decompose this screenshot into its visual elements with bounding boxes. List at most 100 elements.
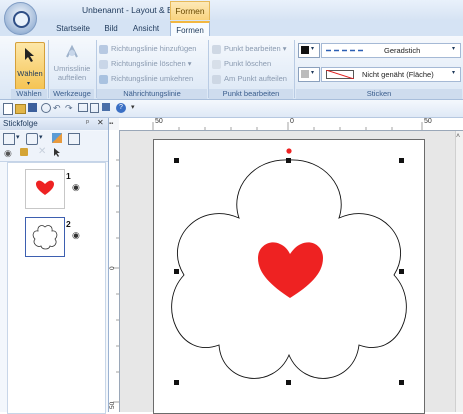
- dropdown-arrow-icon[interactable]: ▾: [39, 133, 43, 141]
- vertical-ruler: 0 50: [109, 130, 120, 412]
- help-icon[interactable]: ?: [116, 103, 126, 113]
- punkt-loeschen-button[interactable]: Punkt löschen: [212, 59, 271, 69]
- list-item[interactable]: 2 ◉: [8, 211, 105, 257]
- hoop-sheet[interactable]: [153, 139, 425, 414]
- stitch-order-list: 1 ◉ 2 ◉: [7, 162, 106, 414]
- group-label-sticken: Sticken: [296, 89, 462, 99]
- pin-icon[interactable]: ᵖ: [86, 118, 89, 127]
- tab-ansicht[interactable]: Ansicht: [128, 21, 164, 36]
- line-stitch-select[interactable]: Geradstich ▾: [321, 43, 461, 58]
- dropdown-arrow-icon: ▾: [452, 70, 456, 76]
- close-icon[interactable]: ✕: [97, 118, 104, 127]
- design-artwork: [171, 148, 407, 385]
- no-fill-icon: [326, 70, 354, 79]
- group-label-waehlen: Wählen: [11, 89, 47, 99]
- selection-handle: [174, 269, 179, 274]
- richtungslinie-umkehren-button[interactable]: Richtungslinie umkehren: [99, 74, 193, 84]
- redo-icon[interactable]: ↷: [65, 103, 75, 113]
- scroll-up-icon[interactable]: ˄: [456, 133, 460, 140]
- fill-color-button[interactable]: ▾: [298, 67, 320, 82]
- frame-icon[interactable]: [68, 133, 80, 145]
- selection-handle: [174, 158, 179, 163]
- visibility-eye-icon[interactable]: ◉: [72, 230, 80, 241]
- open-folder-icon[interactable]: [15, 104, 26, 114]
- application-menu-button[interactable]: [4, 2, 37, 35]
- vertical-scrollbar[interactable]: ˄: [455, 131, 463, 412]
- am-punkt-aufteilen-label: Am Punkt aufteilen: [224, 74, 287, 83]
- selection-handle: [174, 380, 179, 385]
- richtungslinie-loeschen-label: Richtungslinie löschen ▾: [111, 59, 192, 68]
- color-sort-icon[interactable]: [52, 133, 62, 143]
- title-bar: [0, 0, 463, 20]
- am-punkt-aufteilen-button[interactable]: Am Punkt aufteilen: [212, 74, 287, 84]
- cursor-arrow-icon: [25, 48, 34, 62]
- richtungslinie-umkehren-label: Richtungslinie umkehren: [111, 74, 194, 83]
- selection-handle: [399, 380, 404, 385]
- dropdown-arrow-icon: ▾: [311, 46, 315, 52]
- selection-handle: [286, 158, 291, 163]
- split-at-point-icon: [212, 74, 221, 84]
- heart-thumbnail-icon: [36, 180, 54, 195]
- line-color-swatch: [301, 46, 309, 54]
- context-tab-title: Formen: [170, 1, 210, 21]
- waehlen-button[interactable]: Wählen ▾: [15, 42, 45, 90]
- ruler-label: 50: [424, 118, 432, 125]
- selection-handle: [399, 269, 404, 274]
- edit-point-icon: [212, 44, 221, 54]
- undo-icon[interactable]: ↶: [53, 103, 63, 113]
- line-stitch-value: Geradstich: [384, 46, 421, 55]
- richtungslinie-hinzufuegen-label: Richtungslinie hinzufügen: [111, 44, 197, 53]
- new-file-icon[interactable]: [3, 103, 13, 115]
- ruler-label: 50: [109, 401, 116, 409]
- lock-icon[interactable]: [20, 148, 28, 156]
- stitch-simulator-icon[interactable]: [102, 103, 110, 111]
- fill-stitch-select[interactable]: Nicht genäht (Fläche) ▾: [321, 67, 461, 82]
- group-label-werkzeuge: Werkzeuge: [50, 89, 94, 99]
- selection-handle: [286, 380, 291, 385]
- fill-color-swatch: [301, 70, 309, 78]
- fill-stitch-value: Nicht genäht (Fläche): [362, 70, 434, 79]
- selection-handle: [399, 158, 404, 163]
- line-color-button[interactable]: ▾: [298, 43, 320, 58]
- view-mode-icon[interactable]: [3, 133, 15, 145]
- umrisslinie-label-1: Umrisslinie: [53, 64, 91, 73]
- dropdown-arrow-icon[interactable]: ▾: [16, 133, 20, 141]
- tab-bild[interactable]: Bild: [98, 21, 124, 36]
- richtungslinie-loeschen-button[interactable]: Richtungslinie löschen ▾: [99, 59, 191, 69]
- horizontal-ruler: 50 0 50: [109, 118, 463, 131]
- visibility-eye-icon[interactable]: ◉: [72, 182, 80, 193]
- zoom-icon[interactable]: [41, 103, 51, 113]
- richtungslinie-hinzufuegen-button[interactable]: Richtungslinie hinzufügen: [99, 44, 196, 54]
- save-icon[interactable]: [28, 103, 37, 112]
- ruler-label: 50: [155, 118, 163, 125]
- waehlen-label: Wählen: [17, 69, 43, 78]
- flower-outline-thumbnail-icon: [32, 225, 58, 250]
- umrisslinie-aufteilen-button[interactable]: Umrisslinie aufteilen: [50, 42, 94, 88]
- preview-icon[interactable]: [78, 103, 88, 112]
- delete-icon: ✕: [38, 146, 47, 157]
- tab-startseite[interactable]: Startseite: [50, 21, 96, 36]
- reverse-direction-icon: [99, 74, 108, 84]
- ruler-corner: ▪▪: [109, 118, 119, 130]
- ruler-label: 0: [290, 118, 294, 125]
- add-direction-icon: [99, 44, 108, 54]
- umrisslinie-label-2: aufteilen: [57, 73, 87, 82]
- list-item[interactable]: 1 ◉: [8, 163, 105, 209]
- ruler-ticks: [113, 159, 119, 403]
- punkt-bearbeiten-button[interactable]: Punkt bearbeiten ▾: [212, 44, 287, 54]
- group-label-naehrichtungslinie: Nährichtungslinie: [97, 89, 207, 99]
- panel-header: Stickfolge ᵖ ✕: [0, 118, 108, 130]
- group-divider: [48, 40, 49, 98]
- dashed-line-icon: [326, 49, 366, 52]
- tab-formen[interactable]: Formen: [170, 21, 210, 37]
- delete-direction-icon: [99, 59, 108, 69]
- sort-order-icon[interactable]: [26, 133, 38, 145]
- app-logo-icon: [13, 11, 30, 28]
- customize-qat-icon[interactable]: ▾: [131, 103, 141, 113]
- visibility-eye-icon[interactable]: ◉: [4, 148, 12, 159]
- punkt-bearbeiten-label: Punkt bearbeiten ▾: [224, 44, 287, 53]
- realistic-view-icon[interactable]: [90, 103, 99, 113]
- select-arrow-icon[interactable]: [53, 147, 61, 157]
- dropdown-arrow-icon: ▾: [452, 46, 456, 52]
- panel-title: Stickfolge: [3, 119, 38, 128]
